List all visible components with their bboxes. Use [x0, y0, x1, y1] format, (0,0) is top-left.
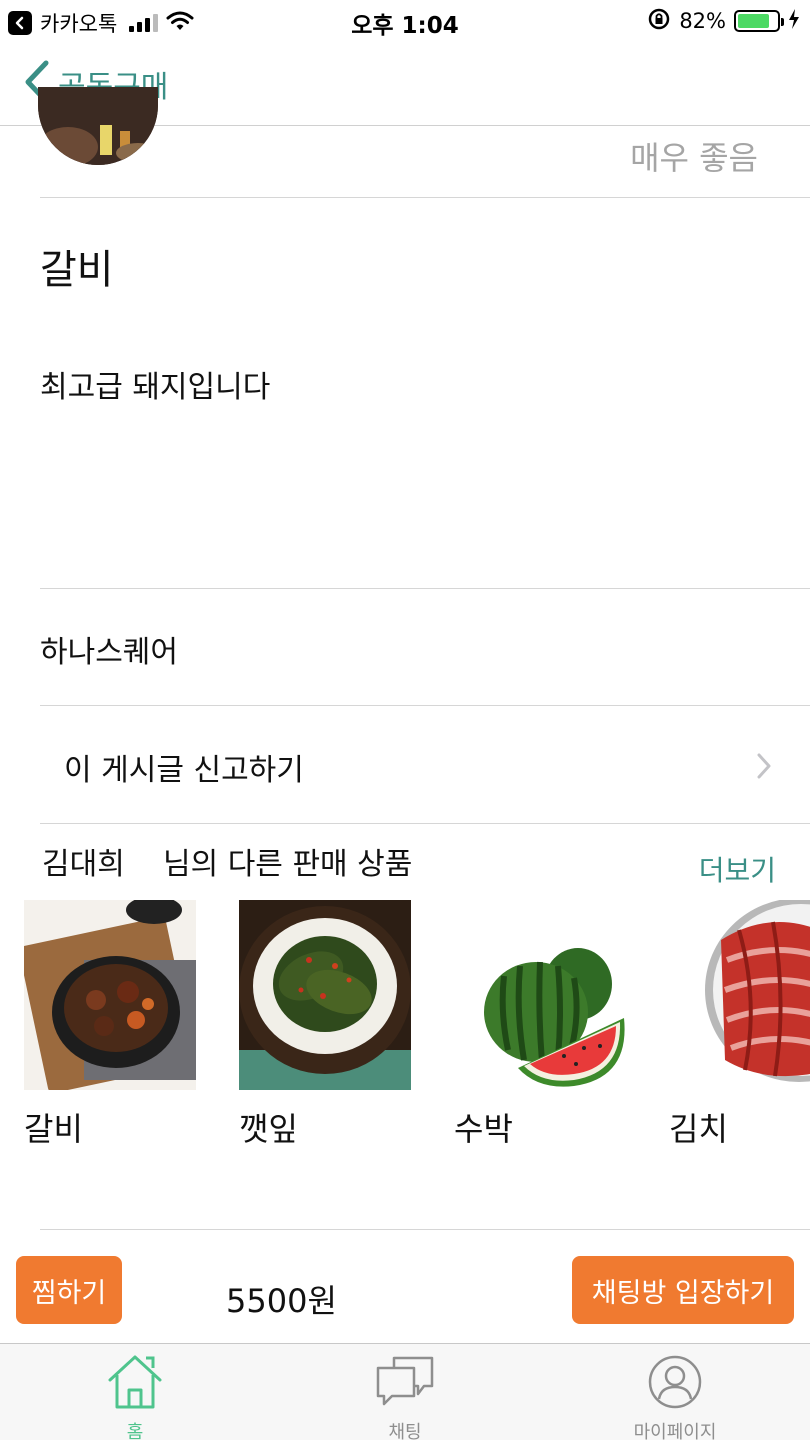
product-card[interactable]: 갈비 — [24, 900, 196, 1150]
product-card[interactable]: 김치 — [669, 900, 810, 1150]
divider — [40, 705, 810, 706]
other-products-list: 갈비 깻잎 수박 김치 — [0, 900, 810, 1150]
tab-chat[interactable]: 채팅 — [335, 1354, 475, 1440]
report-post-label: 이 게시글 신고하기 — [64, 753, 304, 788]
product-name: 수박 — [454, 1110, 513, 1148]
product-name: 김치 — [669, 1110, 728, 1148]
other-products-suffix: 님의 다른 판매 상품 — [162, 847, 413, 882]
tab-chat-label: 채팅 — [388, 1422, 422, 1440]
report-post-row[interactable]: 이 게시글 신고하기 — [40, 707, 810, 823]
tab-bar: 홈 채팅 마이페이지 — [0, 1343, 810, 1440]
profile-icon — [647, 1355, 703, 1414]
seller-name: 김대희 — [42, 847, 125, 882]
home-icon — [106, 1355, 164, 1414]
product-image-braised-ribs — [24, 900, 196, 1090]
divider — [40, 588, 810, 589]
product-card[interactable]: 수박 — [454, 900, 626, 1150]
post-location: 하나스퀘어 — [40, 635, 178, 670]
chat-icon — [374, 1356, 436, 1414]
seller-rating: 매우 좋음 — [630, 139, 758, 177]
product-name: 갈비 — [24, 1110, 83, 1148]
post-description: 최고급 돼지입니다 — [40, 370, 271, 405]
status-right: 82% — [647, 7, 800, 35]
product-card[interactable]: 깻잎 — [239, 900, 411, 1150]
battery-percent: 82% — [679, 9, 726, 33]
tab-home[interactable]: 홈 — [65, 1354, 205, 1440]
product-image-watermelon — [454, 900, 626, 1090]
charging-icon — [788, 9, 800, 33]
tab-mypage-label: 마이페이지 — [633, 1422, 717, 1440]
status-bar: 카카오톡 오후 1:04 82% — [0, 0, 810, 42]
enter-chat-room-button[interactable]: 채팅방 입장하기 — [572, 1256, 794, 1324]
chevron-right-icon — [756, 753, 772, 783]
product-image-perilla-leaves — [239, 900, 411, 1090]
divider — [40, 197, 810, 198]
more-button[interactable]: 더보기 — [699, 849, 776, 889]
divider — [40, 823, 810, 824]
tab-home-label: 홈 — [126, 1422, 144, 1440]
orientation-lock-icon — [647, 7, 671, 35]
tab-mypage[interactable]: 마이페이지 — [605, 1354, 745, 1440]
divider — [40, 1229, 810, 1230]
product-image-kimchi — [669, 900, 810, 1090]
other-products-title: 김대희 님의 다른 판매 상품 — [42, 839, 412, 883]
battery-icon — [734, 10, 784, 32]
price: 5500원 — [226, 1282, 337, 1320]
seller-avatar[interactable] — [38, 87, 158, 165]
product-name: 깻잎 — [239, 1110, 298, 1148]
post-title: 갈비 — [40, 247, 114, 293]
wish-button[interactable]: 찜하기 — [16, 1256, 122, 1324]
